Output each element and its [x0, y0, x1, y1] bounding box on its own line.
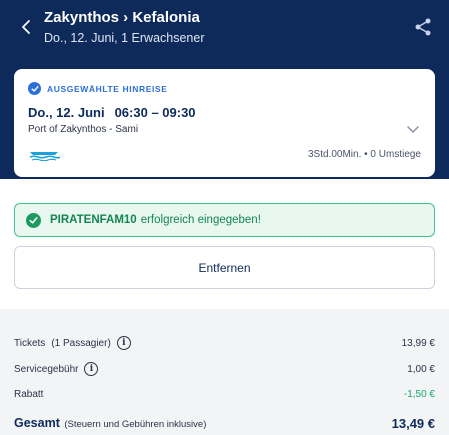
page-subtitle: Do., 12. Juni, 1 Erwachsener	[44, 31, 205, 45]
total-row: Gesamt (Steuern und Gebühren inklusive) …	[14, 414, 435, 432]
trip-time: 06:30 – 09:30	[114, 105, 196, 120]
tickets-row: Tickets (1 Passagier) i 13,99 €	[14, 336, 435, 350]
chevron-down-icon[interactable]	[406, 125, 420, 135]
ferry-icon	[29, 152, 60, 161]
discount-label: Rabatt	[14, 389, 44, 400]
check-icon	[28, 82, 41, 95]
total-label: Gesamt	[14, 416, 60, 430]
tickets-note: (1 Passagier)	[51, 337, 111, 349]
tickets-value: 13,99 €	[401, 337, 435, 349]
chevron-left-icon	[22, 20, 30, 34]
remove-promo-button[interactable]: Entfernen	[14, 246, 435, 289]
discount-row: Rabatt -1,50 €	[14, 389, 435, 400]
page-title: Zakynthos › Kefalonia	[44, 9, 200, 26]
info-icon[interactable]: i	[84, 362, 99, 376]
total-note: (Steuern und Gebühren inklusive)	[64, 419, 207, 430]
share-icon	[415, 18, 431, 36]
service-fee-value: 1,00 €	[407, 363, 435, 375]
trip-date-time: Do., 12. Juni 06:30 – 09:30	[28, 105, 196, 120]
discount-value: -1,50 €	[403, 389, 435, 400]
check-circle-icon	[26, 212, 41, 228]
share-button[interactable]	[413, 17, 433, 37]
info-icon[interactable]: i	[116, 336, 131, 350]
back-button[interactable]	[16, 17, 36, 37]
promo-message: erfolgreich eingegeben!	[140, 214, 261, 226]
header: Zakynthos › Kefalonia Do., 12. Juni, 1 E…	[0, 0, 449, 179]
selected-trip-header: AUSGEWÄHLTE HINREISE	[28, 82, 167, 95]
selected-trip-card[interactable]: AUSGEWÄHLTE HINREISE Do., 12. Juni 06:30 …	[14, 69, 435, 177]
selected-trip-label: AUSGEWÄHLTE HINREISE	[47, 83, 168, 94]
service-fee-row: Servicegebühr i 1,00 €	[14, 362, 435, 376]
service-fee-label: Servicegebühr	[14, 363, 79, 375]
total-amount: 13,49 €	[391, 415, 435, 431]
promo-code: PIRATENFAM10	[50, 214, 137, 226]
tickets-label: Tickets	[14, 337, 46, 349]
trip-date: Do., 12. Juni	[28, 105, 105, 120]
trip-route: Port of Zakynthos - Sami	[28, 124, 139, 135]
trip-duration: 3Std.00Min. • 0 Umstiege	[308, 149, 421, 160]
promo-success-banner: PIRATENFAM10 erfolgreich eingegeben!	[14, 203, 435, 237]
promo-section	[0, 179, 449, 309]
